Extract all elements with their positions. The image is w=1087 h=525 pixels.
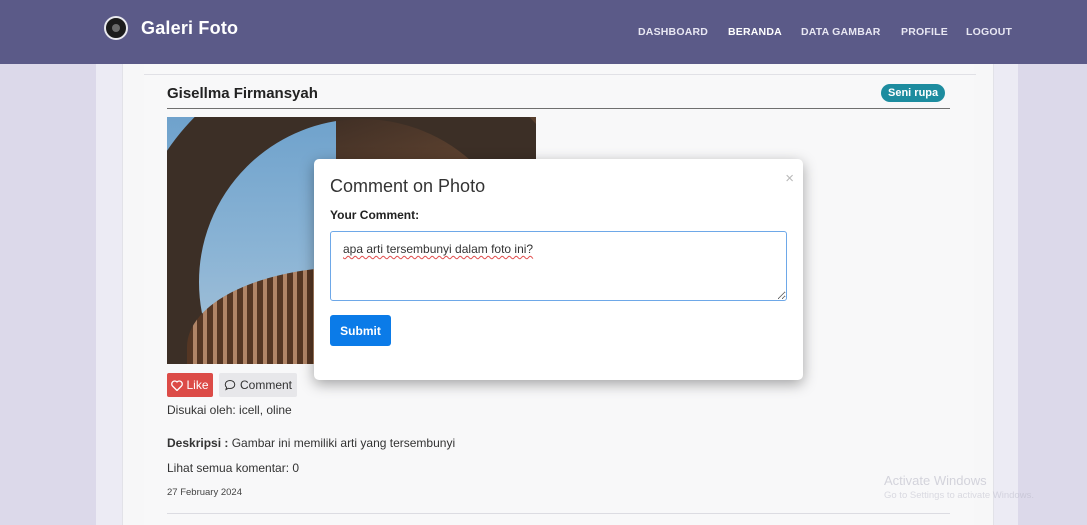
post-divider: [167, 513, 950, 514]
comment-field-label: Your Comment:: [330, 208, 420, 222]
post-description: Deskripsi : Gambar ini memiliki arti yan…: [167, 436, 455, 450]
close-icon[interactable]: ×: [785, 171, 794, 186]
heart-icon: [171, 379, 184, 391]
post-date: 27 February 2024: [167, 487, 242, 498]
comment-label: Comment: [239, 378, 292, 392]
like-label: Like: [186, 378, 209, 392]
post-author: Gisellma Firmansyah: [167, 85, 318, 102]
title-divider: [167, 108, 950, 109]
liked-by: Disukai oleh: icell, oline: [167, 403, 292, 417]
description-label: Deskripsi :: [167, 436, 229, 450]
windows-watermark-title: Activate Windows: [884, 473, 987, 488]
category-badge: Seni rupa: [881, 84, 946, 102]
see-all-comments-link[interactable]: Lihat semua komentar: 0: [167, 461, 299, 475]
comment-button[interactable]: Comment: [219, 373, 297, 397]
submit-button[interactable]: Submit: [330, 315, 391, 346]
card-divider: [144, 74, 976, 75]
windows-watermark-subtitle: Go to Settings to activate Windows.: [884, 490, 1034, 501]
navbar: Galeri Foto DASHBOARD BERANDA DATA GAMBA…: [0, 0, 1087, 64]
comment-modal: × Comment on Photo Your Comment: apa art…: [314, 159, 803, 380]
speech-bubble-icon: [224, 379, 236, 391]
comment-textarea[interactable]: apa arti tersembunyi dalam foto ini?: [330, 231, 787, 301]
nav-beranda[interactable]: BERANDA: [728, 26, 782, 38]
like-button[interactable]: Like: [167, 373, 213, 397]
nav-logout[interactable]: LOGOUT: [966, 26, 1012, 38]
nav-dashboard[interactable]: DASHBOARD: [638, 26, 708, 38]
description-text: Gambar ini memiliki arti yang tersembuny…: [231, 436, 456, 450]
nav-data-gambar[interactable]: DATA GAMBAR: [801, 26, 881, 38]
page-side-right: [992, 64, 1018, 525]
nav-links: DASHBOARD BERANDA DATA GAMBAR PROFILE LO…: [0, 26, 1087, 40]
nav-profile[interactable]: PROFILE: [901, 26, 948, 38]
modal-title: Comment on Photo: [330, 176, 486, 196]
page-side-left: [96, 64, 122, 525]
